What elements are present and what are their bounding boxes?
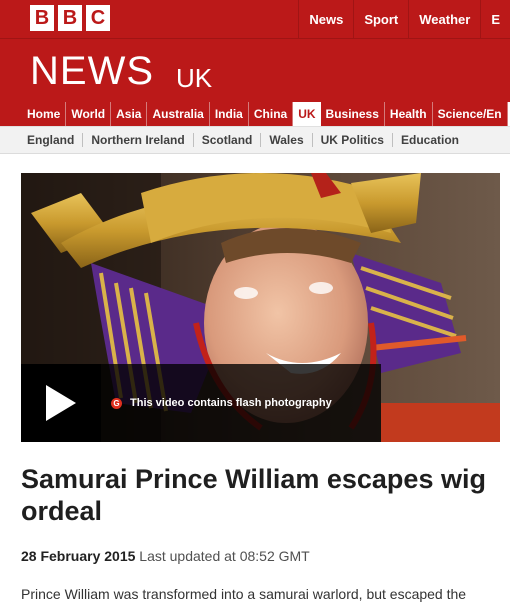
nav-item-home[interactable]: Home xyxy=(0,102,67,126)
nav-item-asia[interactable]: Asia xyxy=(111,102,148,126)
bbc-logo-letter: C xyxy=(86,5,110,31)
nav-item-china[interactable]: China xyxy=(248,102,294,126)
subnav-item-uk-politics[interactable]: UK Politics xyxy=(311,133,392,147)
secondary-nav: England Northern Ireland Scotland Wales … xyxy=(0,127,510,154)
video-overlay: G This video contains flash photography xyxy=(21,364,381,442)
play-icon xyxy=(46,385,76,421)
bbc-logo-letter: B xyxy=(58,5,82,31)
article-headline: Samurai Prince William escapes wig ordea… xyxy=(21,464,486,526)
nav-item-business[interactable]: Business xyxy=(320,102,385,126)
top-nav-sport[interactable]: Sport xyxy=(353,0,408,38)
article-body: Prince William was transformed into a sa… xyxy=(21,586,467,602)
play-button[interactable] xyxy=(21,364,101,442)
subnav-item-scotland[interactable]: Scotland xyxy=(192,133,261,147)
article-dateline: 28 February 2015 Last updated at 08:52 G… xyxy=(21,548,310,564)
bbc-logo-letter: B xyxy=(30,5,54,31)
nav-item-uk[interactable]: UK xyxy=(293,102,321,126)
subnav-item-education[interactable]: Education xyxy=(391,133,467,147)
warning-icon: G xyxy=(111,397,122,409)
top-nav-weather[interactable]: Weather xyxy=(408,0,480,38)
top-nav-news[interactable]: News xyxy=(298,0,353,38)
top-bar: B B C News Sport Weather E xyxy=(0,0,510,39)
nav-item-health[interactable]: Health xyxy=(384,102,433,126)
article-updated: Last updated at 08:52 GMT xyxy=(139,548,310,564)
primary-nav: Home World Asia Australia India China UK… xyxy=(0,102,510,127)
nav-item-india[interactable]: India xyxy=(209,102,249,126)
video-player[interactable]: G This video contains flash photography xyxy=(21,173,500,442)
top-nav-more[interactable]: E xyxy=(480,0,510,38)
flash-warning: G This video contains flash photography xyxy=(111,397,332,409)
article-date: 28 February 2015 xyxy=(21,548,136,564)
top-nav: News Sport Weather E xyxy=(298,0,510,38)
nav-item-science[interactable]: Science/En xyxy=(432,102,508,126)
flash-warning-text: This video contains flash photography xyxy=(130,397,332,409)
masthead-title[interactable]: NEWS xyxy=(30,49,154,94)
subnav-item-wales[interactable]: Wales xyxy=(260,133,311,147)
nav-item-australia[interactable]: Australia xyxy=(147,102,210,126)
masthead-edition[interactable]: UK xyxy=(176,63,212,94)
nav-item-world[interactable]: World xyxy=(66,102,112,126)
news-masthead: NEWS UK xyxy=(0,39,510,102)
subnav-item-england[interactable]: England xyxy=(27,133,82,147)
subnav-item-northern-ireland[interactable]: Northern Ireland xyxy=(82,133,192,147)
bbc-logo[interactable]: B B C xyxy=(30,5,110,31)
